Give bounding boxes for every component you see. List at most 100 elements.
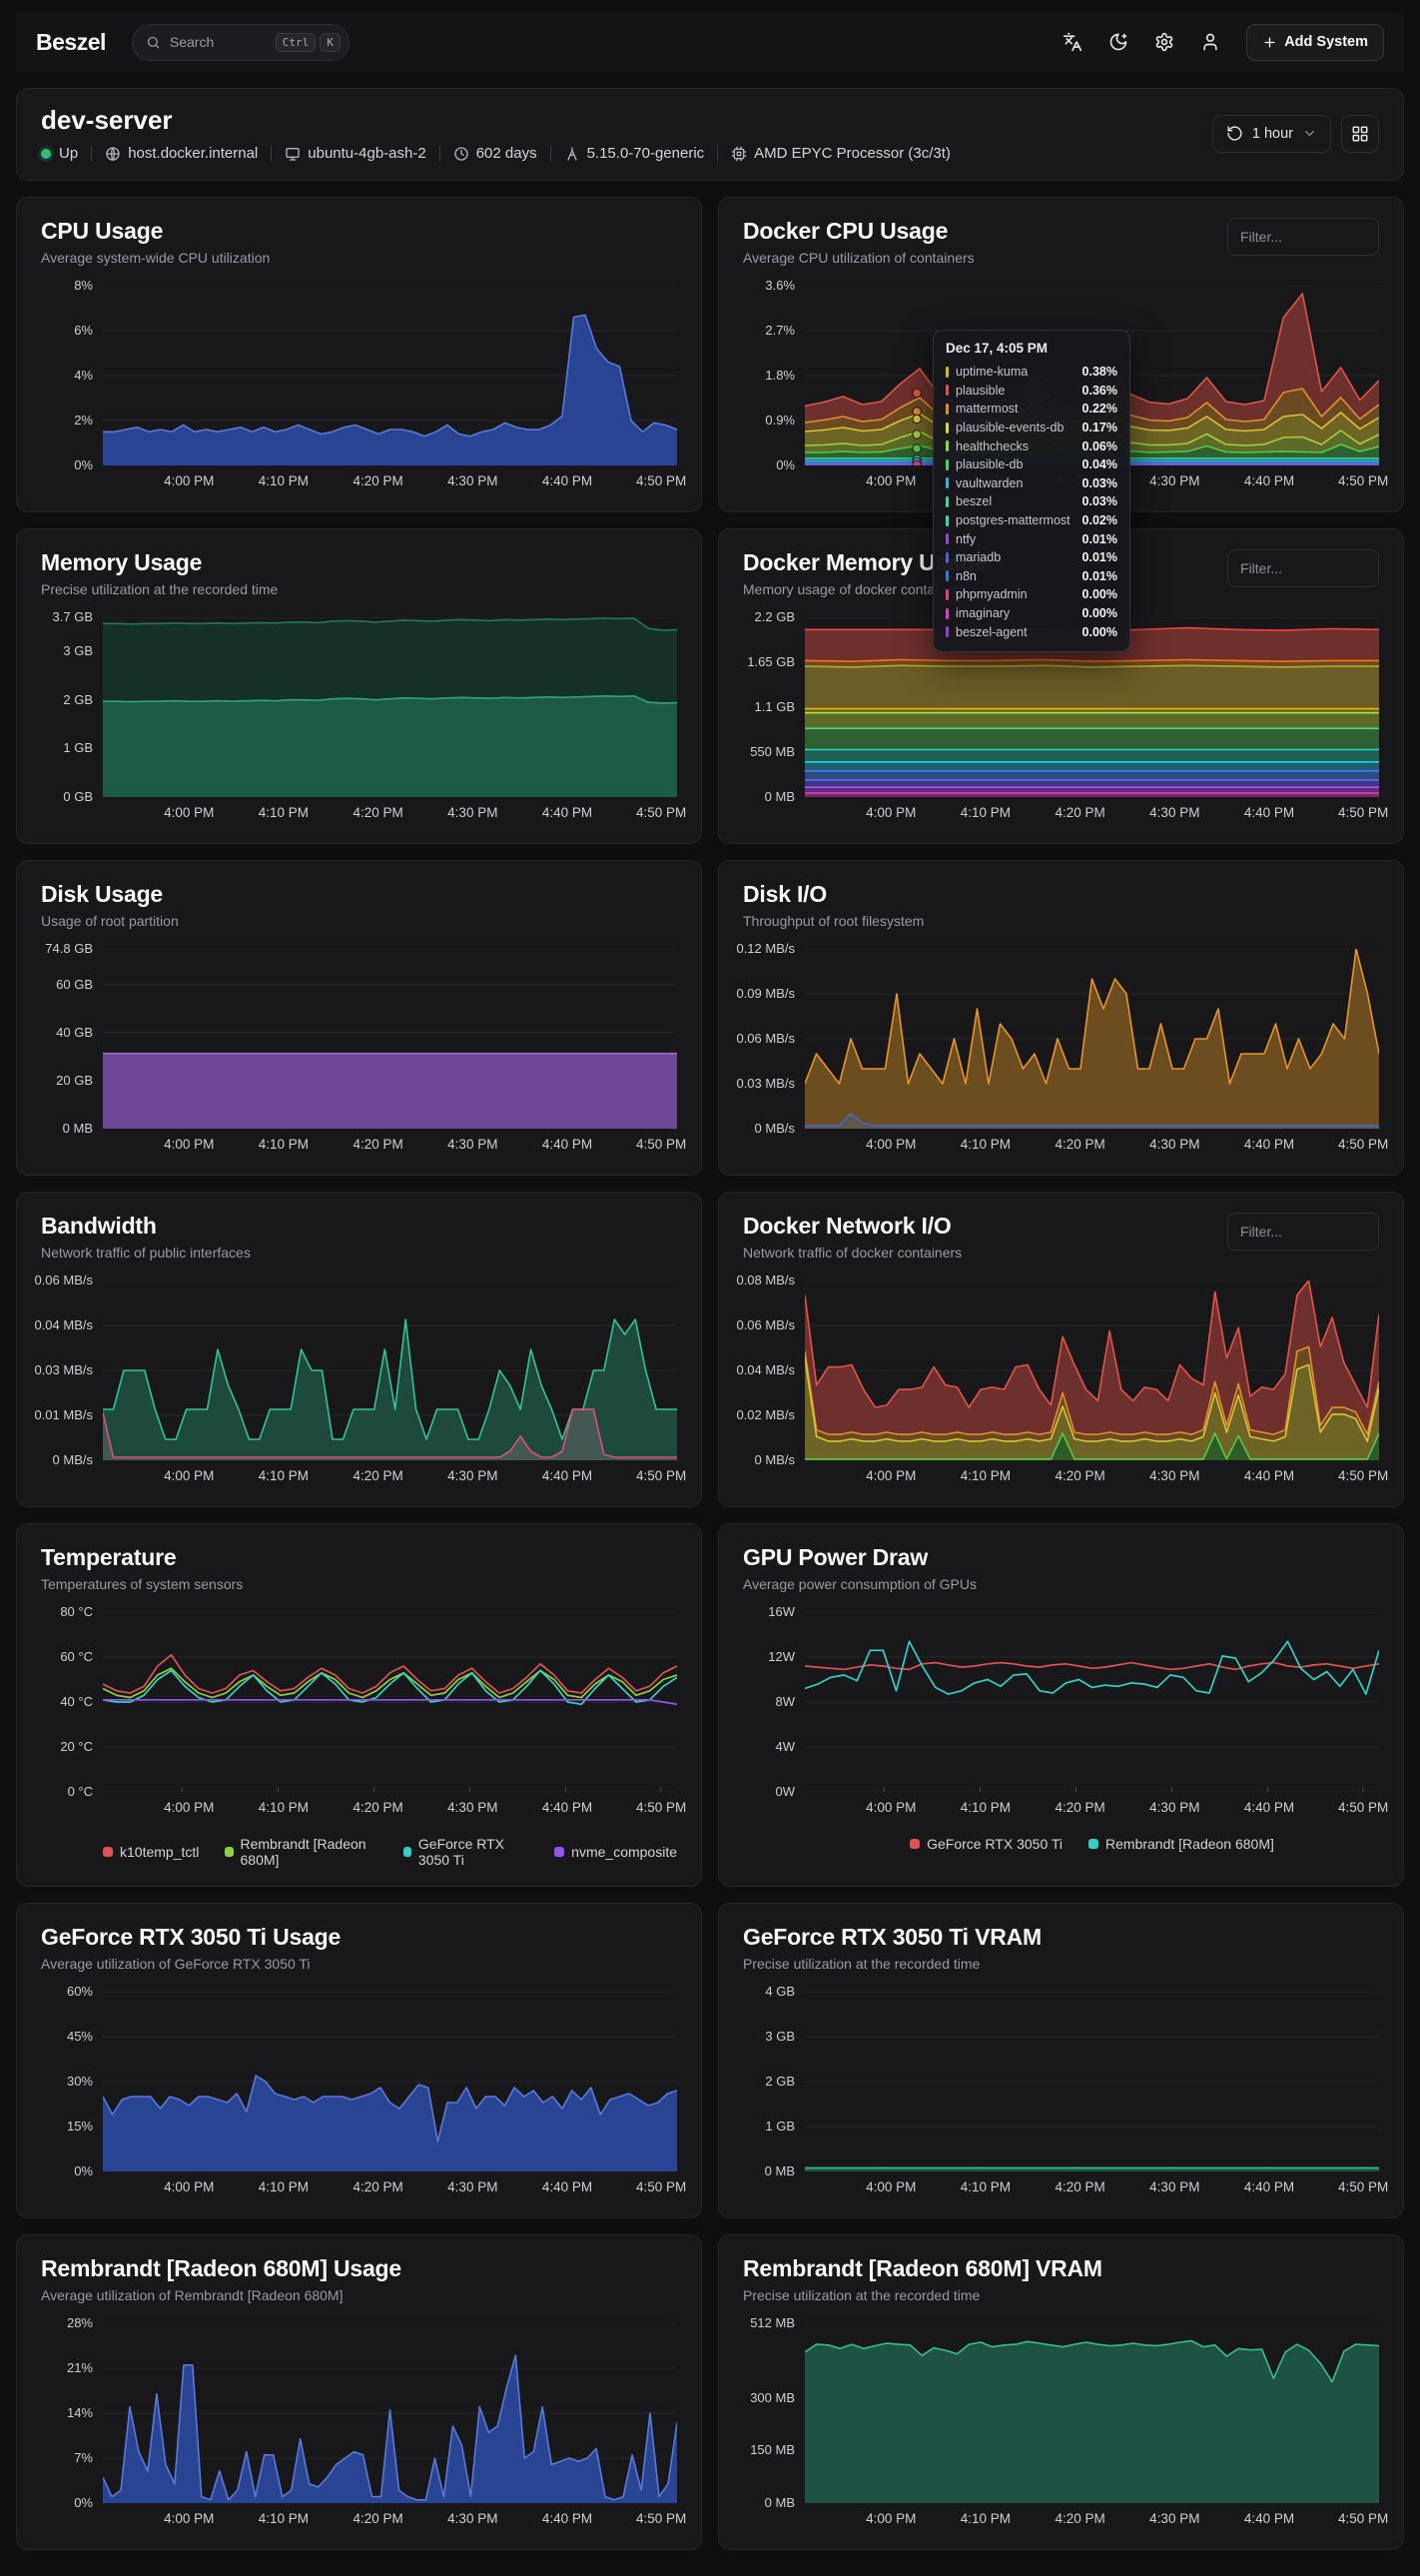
chart-card-rtx-vram: GeForce RTX 3050 Ti VRAMPrecise utilizat… xyxy=(718,1903,1404,2218)
x-tick-label: 4:20 PM xyxy=(1055,1800,1104,1815)
search-button[interactable]: Search CtrlK xyxy=(132,24,350,61)
y-tick-label: 21% xyxy=(67,2359,93,2377)
y-tick-label: 45% xyxy=(67,2028,93,2046)
x-tick-label: 4:50 PM xyxy=(636,2179,686,2194)
x-axis-labels: 4:00 PM4:10 PM4:20 PM4:30 PM4:40 PM4:50 … xyxy=(813,805,1379,825)
time-range-select[interactable]: 1 hour xyxy=(1212,115,1331,153)
search-label: Search xyxy=(170,34,214,50)
y-tick-label: 8W xyxy=(776,1693,796,1711)
chart-subtitle: Usage of root partition xyxy=(41,913,179,929)
y-tick-label: 0 GB xyxy=(63,788,93,806)
x-tick-label: 4:20 PM xyxy=(1055,1468,1104,1483)
x-axis-labels: 4:00 PM4:10 PM4:20 PM4:30 PM4:40 PM4:50 … xyxy=(111,1800,677,1820)
y-tick-label: 0 MB xyxy=(765,2494,795,2512)
x-tick-label: 4:10 PM xyxy=(259,2179,309,2194)
x-tick-label: 4:40 PM xyxy=(1244,1137,1294,1152)
chart-plot[interactable] xyxy=(805,286,1379,465)
chart-card-bandwidth: BandwidthNetwork traffic of public inter… xyxy=(16,1192,702,1507)
chart-body: 16W12W8W4W0W xyxy=(743,1612,1379,1792)
chart-plot[interactable] xyxy=(103,1612,677,1792)
y-axis-labels: 3.6%2.7%1.8%0.9%0% xyxy=(743,286,805,465)
x-tick-label: 4:20 PM xyxy=(353,1468,402,1483)
x-tick-label: 4:00 PM xyxy=(866,1137,916,1152)
y-tick-label: 1.8% xyxy=(765,367,795,385)
language-button[interactable] xyxy=(1063,32,1082,52)
chart-body: 8%6%4%2%0% xyxy=(41,286,677,465)
chart-title: GeForce RTX 3050 Ti VRAM xyxy=(743,1924,1042,1951)
y-axis-labels: 8%6%4%2%0% xyxy=(41,286,103,465)
x-tick-label: 4:50 PM xyxy=(636,1137,686,1152)
y-tick-label: 3.6% xyxy=(765,277,795,295)
beszel-logo[interactable]: Beszel xyxy=(36,29,106,56)
y-tick-label: 6% xyxy=(74,322,93,340)
filter-input[interactable] xyxy=(1227,549,1379,587)
y-axis-labels: 2.2 GB1.65 GB1.1 GB550 MB0 MB xyxy=(743,617,805,797)
filter-input[interactable] xyxy=(1227,1213,1379,1251)
x-tick-label: 4:10 PM xyxy=(961,1468,1011,1483)
filter-input[interactable] xyxy=(1227,218,1379,256)
chart-plot[interactable] xyxy=(103,2323,677,2503)
chart-header: GeForce RTX 3050 Ti UsageAverage utiliza… xyxy=(41,1924,677,1972)
y-axis-labels: 60%45%30%15%0% xyxy=(41,1992,103,2171)
kernel-value: 5.15.0-70-generic xyxy=(587,145,705,162)
y-tick-label: 0.04 MB/s xyxy=(736,1361,795,1379)
chart-card-memory: Memory UsagePrecise utilization at the r… xyxy=(16,528,702,844)
chart-subtitle: Temperatures of system sensors xyxy=(41,1576,243,1592)
layout-grid-icon xyxy=(1351,125,1369,143)
chart-header: BandwidthNetwork traffic of public inter… xyxy=(41,1213,677,1261)
chart-title: Rembrandt [Radeon 680M] VRAM xyxy=(743,2255,1102,2282)
chart-body: 0.06 MB/s0.04 MB/s0.03 MB/s0.01 MB/s0 MB… xyxy=(41,1281,677,1460)
kernel-tower-icon xyxy=(564,146,580,162)
x-tick-label: 4:50 PM xyxy=(636,805,686,820)
chart-plot[interactable] xyxy=(805,1612,1379,1792)
x-tick-label: 4:40 PM xyxy=(542,1468,592,1483)
legend-item: GeForce RTX 3050 Ti xyxy=(910,1836,1063,1852)
x-tick-label: 4:30 PM xyxy=(1149,805,1199,820)
chart-plot[interactable] xyxy=(805,949,1379,1129)
y-tick-label: 1 GB xyxy=(63,739,93,757)
chart-plot[interactable] xyxy=(805,1992,1379,2171)
chart-plot[interactable] xyxy=(805,1281,1379,1460)
chart-body: 3.7 GB3 GB2 GB1 GB0 GB xyxy=(41,617,677,797)
chevron-down-icon xyxy=(1302,126,1317,141)
chart-plot[interactable] xyxy=(805,2323,1379,2503)
system-controls: 1 hour xyxy=(1212,115,1379,153)
beszel-dashboard: Beszel Search CtrlK Add System xyxy=(0,12,1420,2576)
x-tick-label: 4:50 PM xyxy=(636,1800,686,1815)
legend-swatch xyxy=(103,1847,113,1857)
chart-plot[interactable] xyxy=(103,1281,677,1460)
chart-subtitle: Network traffic of docker containers xyxy=(743,1245,962,1261)
x-tick-label: 4:40 PM xyxy=(1244,1468,1294,1483)
x-tick-label: 4:10 PM xyxy=(259,1800,309,1815)
y-tick-label: 2.2 GB xyxy=(755,608,795,626)
user-menu-button[interactable] xyxy=(1200,32,1220,52)
chart-plot[interactable] xyxy=(805,617,1379,797)
chart-plot[interactable] xyxy=(103,1992,677,2171)
y-tick-label: 0.01 MB/s xyxy=(34,1406,93,1424)
y-tick-label: 0.04 MB/s xyxy=(34,1316,93,1334)
layout-grid-button[interactable] xyxy=(1341,115,1379,153)
theme-toggle-button[interactable] xyxy=(1108,32,1128,52)
meta-divider xyxy=(717,146,718,162)
add-system-button[interactable]: Add System xyxy=(1246,24,1384,61)
x-axis-labels: 4:00 PM4:10 PM4:20 PM4:30 PM4:40 PM4:50 … xyxy=(111,1137,677,1157)
hostname-value: ubuntu-4gb-ash-2 xyxy=(308,145,425,162)
meta-kernel: 5.15.0-70-generic xyxy=(564,145,705,162)
y-tick-label: 0.09 MB/s xyxy=(736,985,795,1003)
y-tick-label: 2 GB xyxy=(765,2073,795,2091)
settings-button[interactable] xyxy=(1154,32,1174,52)
chart-plot[interactable] xyxy=(103,286,677,465)
legend-swatch xyxy=(403,1847,411,1857)
y-axis-labels: 16W12W8W4W0W xyxy=(743,1612,805,1792)
y-tick-label: 60 °C xyxy=(60,1648,93,1666)
chart-plot[interactable] xyxy=(103,617,677,797)
x-tick-label: 4:30 PM xyxy=(447,2179,497,2194)
meta-divider xyxy=(439,146,440,162)
y-tick-label: 0% xyxy=(74,2162,93,2180)
chart-body: 0.08 MB/s0.06 MB/s0.04 MB/s0.02 MB/s0 MB… xyxy=(743,1281,1379,1460)
chart-plot[interactable] xyxy=(103,949,677,1129)
x-axis-labels: 4:00 PM4:10 PM4:20 PM4:30 PM4:40 PM4:50 … xyxy=(111,473,677,493)
x-axis-labels: 4:00 PM4:10 PM4:20 PM4:30 PM4:40 PM4:50 … xyxy=(813,473,1379,493)
x-tick-label: 4:00 PM xyxy=(866,2511,916,2526)
legend-item: Rembrandt [Radeon 680M] xyxy=(225,1836,376,1868)
